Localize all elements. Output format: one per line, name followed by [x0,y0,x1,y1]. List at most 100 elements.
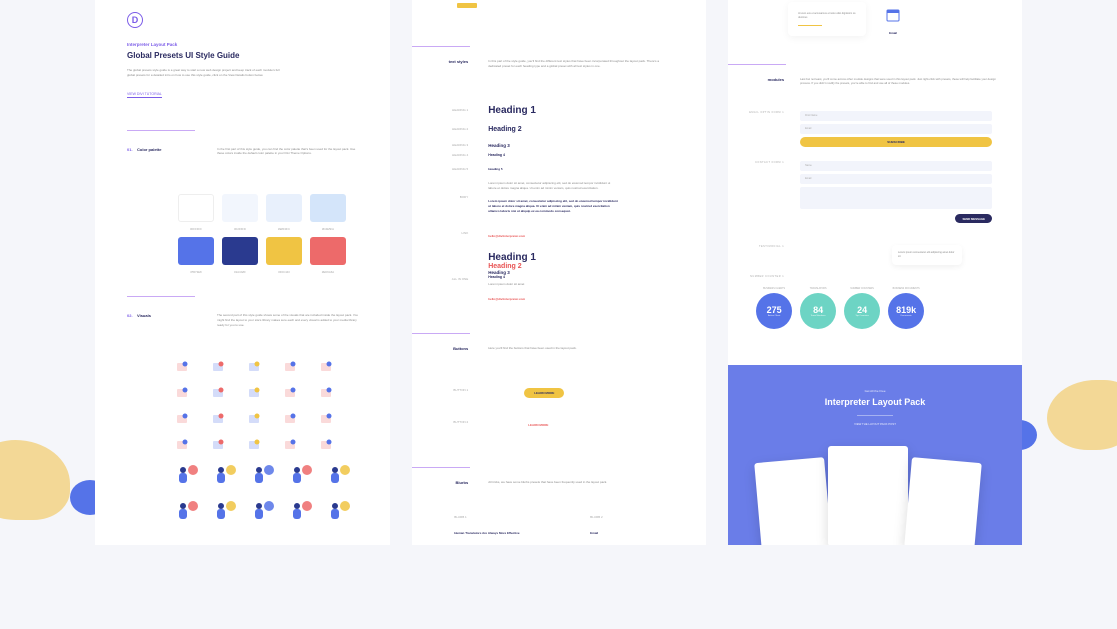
swatch-label: #5573E8 [190,270,201,274]
counter-sublabel: Active Client [768,315,780,317]
eyebrow: Interpreter Layout Pack [127,42,358,47]
learn-more-link[interactable]: LEARN MORE [528,423,548,427]
label: TESTIMONIAL 1 [728,245,784,248]
person-illustration [211,498,241,524]
view-tutorial-link[interactable]: VIEW DIVI TUTORIAL [127,92,162,98]
body-sample: Lorem ipsum dolor sit amet [488,282,536,287]
send-message-button[interactable]: SEND MESSAGE [955,214,992,223]
person-illustration [211,462,241,488]
body-sample: Lorem ipsum dolor sit amet, consectetur … [488,181,618,191]
swatch-label: #F0C443 [278,270,290,274]
color-swatch: #2A3A8F [221,237,259,274]
email-input[interactable]: Email [800,124,992,134]
swatch-box [222,237,258,265]
section-desc: Here you'll find the buttons that have b… [474,346,672,351]
feature-icon [211,386,225,400]
mockup-stack [728,440,1022,540]
page-column-2: text styles In this part of the style gu… [412,0,706,545]
section-modules: modules Last but not least, you'll come … [728,77,1022,86]
color-swatch: #F0C443 [265,237,303,274]
stat-counter: TRANSLATORS 84Team Members [800,288,836,329]
swatch-grid: #FFFFFF#F2F6FD#E8F0FC#D4E5FA#5573E8#2A3A… [177,194,358,274]
link-sample[interactable]: hello@diviinterpreter.com [488,234,525,238]
counter-sublabel: Documents [901,315,912,317]
counter-label: TRANSLATORS [810,288,827,290]
section-label: Blurbs [412,480,474,485]
subscribe-button[interactable]: SUBSCRIBE [800,137,992,147]
message-input[interactable] [800,187,992,209]
label: BUTTON 1 [412,388,474,392]
swatch-label: #E8F0FC [278,227,290,231]
counter-circle: 275Active Client [756,293,792,329]
testimonial-card: Lorem ipsum consectetur elit adipiscing … [892,245,962,265]
feature-icon [175,360,189,374]
label: BODY [412,195,474,199]
page-desc: The global presets style guide is a grea… [127,68,282,78]
swatch-box [178,237,214,265]
feature-icon [319,360,333,374]
divider [728,64,786,65]
heading-2-sample: Heading 2 [488,126,521,133]
section-desc: The second part of this style guide show… [217,313,358,327]
section-title: Color palette [137,147,217,157]
promo-eyebrow: Get All the Free [728,389,1022,393]
heading-4-sample: Heading 4 [488,153,505,157]
page-column-1: D Interpreter Layout Pack Global Presets… [95,0,390,545]
counter-sublabel: Team Members [811,315,826,317]
section-label: modules [728,77,790,86]
swatch-box [178,194,214,222]
divi-logo-icon: D [127,12,143,28]
section-desc: In the first part of this style guide, y… [217,147,358,157]
feature-icon [211,438,225,452]
color-swatch: #D4E5FA [309,194,347,231]
swatch-label: #F2F6FD [234,227,246,231]
color-swatch: #ED6A6A [309,237,347,274]
email-input[interactable]: Email [800,174,992,184]
section-desc: All tricks, we have some blurbs presets … [474,480,672,485]
section-title: Visuals [137,313,217,327]
feature-icon [319,438,333,452]
divider [127,130,195,131]
color-swatch: #5573E8 [177,237,215,274]
heading-3-sample: Heading 3 [488,143,510,148]
heading-1-sample: Heading 1 [488,105,536,116]
divider [857,415,893,416]
columns: D Interpreter Layout Pack Global Presets… [0,0,1117,545]
label: HEADING 5 [412,167,474,171]
counter-value: 275 [767,305,782,315]
counter-value: 84 [813,305,823,315]
illustration-grid [173,462,358,488]
label: HEADING 1 [412,108,474,112]
counter-value: 24 [857,305,867,315]
swatch-label: #2A3A8F [234,270,246,274]
swatch-label: #ED6A6A [322,270,334,274]
promo-link[interactable]: VIEW THE LAYOUT PACK POST [728,422,1022,426]
feature-icon [175,386,189,400]
person-illustration [249,462,279,488]
page-title: Global Presets UI Style Guide [127,51,358,60]
promo-banner: Get All the Free Interpreter Layout Pack… [728,365,1022,545]
blurb-title: Human Translators Are Always More Effect… [454,531,540,535]
section-desc: Last but not least, you'll come across o… [790,77,1002,86]
name-input[interactable]: Name [800,161,992,171]
illustration-grid [173,498,358,524]
first-name-input[interactable]: First Name [800,111,992,121]
heading-1-sample: Heading 1 [488,252,536,263]
label: HEADING 3 [412,143,474,147]
divider [412,467,470,468]
learn-more-button[interactable]: LEARN MORE [524,388,564,398]
body-bold-sample: Lorem ipsum dolor sit amet, consectetur … [488,199,618,214]
heading-5-sample: Heading 5 [488,167,502,171]
feature-icon [283,386,297,400]
section-visuals: 02. Visuals The second part of this styl… [127,313,358,327]
link-sample[interactable]: hello@diviinterpreter.com [488,297,525,301]
card-text: At vero eos et accusamus et iusto odio d… [798,12,856,20]
label: CONTACT FORM 1 [728,161,784,164]
promo-title: Interpreter Layout Pack [728,397,1022,407]
feature-icon [319,412,333,426]
feature-icon [211,412,225,426]
person-illustration [249,498,279,524]
swatch-box [266,237,302,265]
label: EMAIL OPTIN FORM 1 [728,111,784,114]
label: LINK [412,231,474,235]
